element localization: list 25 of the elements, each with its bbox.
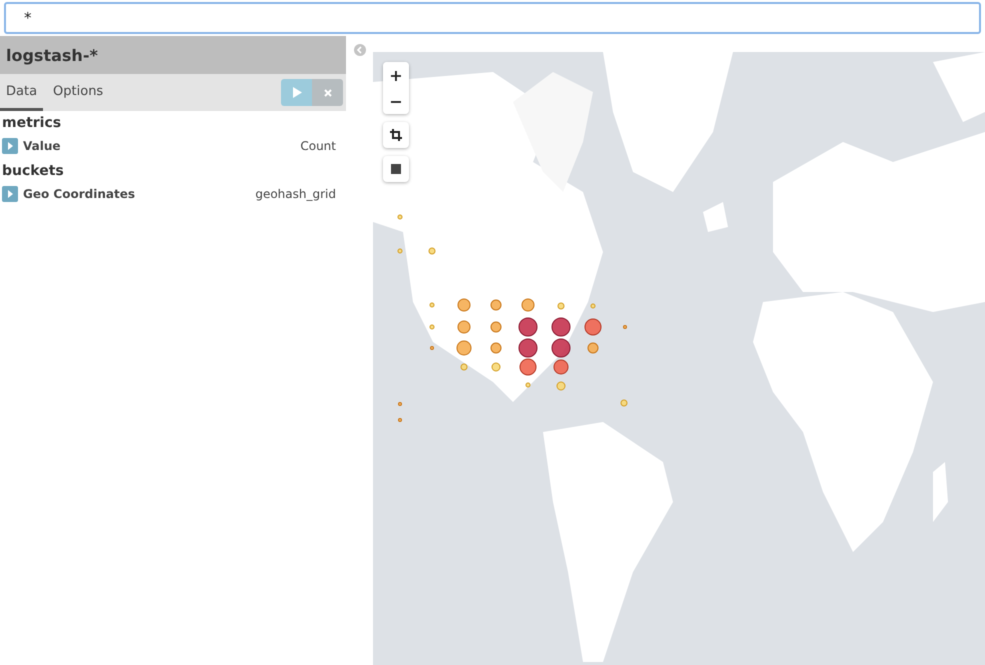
discard-button[interactable] bbox=[312, 79, 343, 106]
aggregation-type: geohash_grid bbox=[255, 187, 336, 201]
square-icon bbox=[391, 164, 401, 174]
expand-toggle[interactable] bbox=[2, 186, 18, 202]
zoom-out-button[interactable]: − bbox=[383, 88, 409, 114]
apply-button[interactable] bbox=[281, 79, 312, 106]
section-heading: metrics bbox=[1, 114, 62, 133]
section-heading: buckets bbox=[1, 162, 65, 181]
caret-icon bbox=[8, 190, 12, 198]
crop-button[interactable] bbox=[383, 122, 409, 148]
draw-rectangle-button[interactable] bbox=[383, 156, 409, 182]
expand-toggle[interactable] bbox=[2, 138, 18, 154]
aggregation-type: Count bbox=[300, 139, 336, 153]
caret-icon bbox=[8, 142, 12, 150]
search-field[interactable]: * bbox=[4, 2, 981, 34]
zoom-in-button[interactable]: + bbox=[383, 62, 409, 88]
tab[interactable]: Data bbox=[0, 74, 44, 111]
close-icon bbox=[324, 88, 332, 96]
aggregation-label: Value bbox=[23, 139, 61, 153]
tab[interactable]: Options bbox=[47, 74, 110, 111]
collapse-icon[interactable] bbox=[354, 44, 366, 56]
play-icon bbox=[292, 87, 302, 98]
crop-icon bbox=[390, 129, 402, 141]
index-pattern-title: logstash-* bbox=[6, 46, 98, 64]
aggregation-label: Geo Coordinates bbox=[23, 187, 135, 201]
